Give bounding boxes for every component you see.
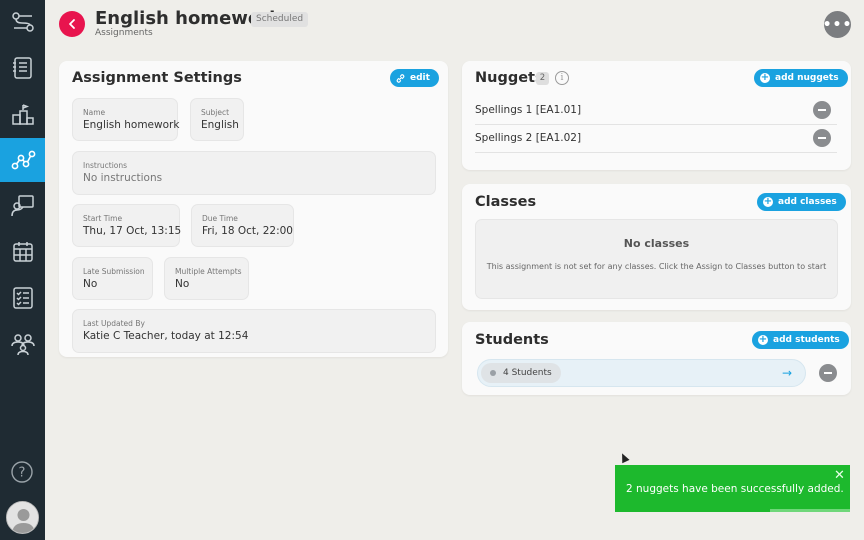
students-chip: 4 Students <box>481 363 561 383</box>
last-updated-label: Last Updated By <box>83 319 145 328</box>
list-icon <box>12 57 32 79</box>
start-time-value: Thu, 17 Oct, 13:15 <box>83 225 182 237</box>
edit-label: edit <box>410 73 430 83</box>
multiple-attempts-value: No <box>175 278 190 290</box>
nugget-label: Spellings 1 [EA1.01] <box>475 104 582 116</box>
mouse-cursor <box>618 451 630 464</box>
due-time-label: Due Time <box>202 214 238 223</box>
instructions-label: Instructions <box>83 161 128 170</box>
breadcrumb[interactable]: Assignments <box>95 28 153 38</box>
link-icon <box>396 73 405 83</box>
sidebar-item-paths[interactable] <box>0 138 45 182</box>
chevron-left-icon <box>69 19 75 29</box>
last-updated-value: Katie C Teacher, today at 12:54 <box>83 330 249 342</box>
multiple-attempts-label: Multiple Attempts <box>175 267 242 276</box>
empty-description: This assignment is not set for any class… <box>486 262 827 271</box>
path-icon <box>11 150 35 170</box>
toast-progress-bar <box>770 509 850 512</box>
add-students-button[interactable]: + add students <box>752 331 849 349</box>
nuggets-title: Nuggets <box>475 70 544 86</box>
toast-message: 2 nuggets have been successfully added. <box>626 483 844 495</box>
due-time-field: Due Time Fri, 18 Oct, 22:00 <box>191 204 294 247</box>
presentation-icon <box>10 195 34 217</box>
start-time-field: Start Time Thu, 17 Oct, 13:15 <box>72 204 182 247</box>
sidebar-item-groups[interactable] <box>0 322 45 366</box>
svg-text:?: ? <box>19 466 26 481</box>
podium-icon <box>11 104 34 125</box>
empty-title: No classes <box>623 237 690 250</box>
add-classes-button[interactable]: + add classes <box>757 193 846 211</box>
add-classes-label: add classes <box>778 197 837 207</box>
help-button[interactable]: ? <box>11 461 33 483</box>
sidebar-item-presentation[interactable] <box>0 184 45 228</box>
due-time-value: Fri, 18 Oct, 22:00 <box>202 225 293 237</box>
more-icon: ••• <box>822 16 853 33</box>
person-icon <box>7 502 38 533</box>
late-submission-value: No <box>83 278 98 290</box>
group-icon <box>10 334 35 356</box>
more-options-button[interactable]: ••• <box>822 11 853 38</box>
arrow-right-icon: → <box>782 366 793 380</box>
add-students-label: add students <box>773 335 840 345</box>
sidebar-item-calendar[interactable] <box>0 230 45 274</box>
students-title: Students <box>475 332 549 348</box>
help-icon: ? <box>11 461 33 483</box>
multiple-attempts-field: Multiple Attempts No <box>164 257 249 300</box>
remove-nugget-button[interactable] <box>813 129 831 147</box>
calendar-icon <box>12 242 33 262</box>
back-button[interactable] <box>59 11 85 37</box>
classes-title: Classes <box>475 194 537 210</box>
instructions-field: Instructions No instructions <box>72 151 436 195</box>
classes-empty-state: No classes This assignment is not set fo… <box>475 219 838 299</box>
settings-title: Assignment Settings <box>72 70 242 86</box>
status-badge: Scheduled <box>251 12 309 27</box>
last-updated-field: Last Updated By Katie C Teacher, today a… <box>72 309 436 353</box>
list-item: Spellings 1 [EA1.01] <box>475 97 837 125</box>
remove-nugget-button[interactable] <box>813 101 831 119</box>
user-avatar[interactable] <box>6 501 39 534</box>
info-icon[interactable]: i <box>555 71 569 85</box>
subject-label: Subject <box>201 108 230 117</box>
plus-icon: + <box>760 72 770 83</box>
nugget-label: Spellings 2 [EA1.02] <box>475 132 582 144</box>
nuggets-count-badge: 2 <box>536 72 549 85</box>
name-label: Name <box>83 108 106 117</box>
instructions-value: No instructions <box>83 172 163 184</box>
close-icon[interactable]: ✕ <box>834 469 845 483</box>
sidebar-item-list[interactable] <box>0 46 45 90</box>
subject-value: English <box>201 119 239 131</box>
plus-icon: + <box>758 334 768 345</box>
remove-students-button[interactable] <box>819 364 837 382</box>
students-row[interactable]: 4 Students → <box>477 359 806 387</box>
sidebar-item-checklist[interactable] <box>0 276 45 320</box>
name-value: English homework <box>83 119 180 131</box>
flow-icon <box>11 12 34 32</box>
late-submission-field: Late Submission No <box>72 257 153 300</box>
name-field: Name English homework <box>72 98 180 141</box>
subject-field: Subject English <box>190 98 244 141</box>
list-item: Spellings 2 [EA1.02] <box>475 125 837 153</box>
sidebar: ? <box>0 0 45 540</box>
late-submission-label: Late Submission <box>83 267 145 276</box>
checklist-icon <box>12 287 33 309</box>
sidebar-item-podium[interactable] <box>0 92 45 136</box>
edit-button[interactable]: edit <box>390 69 439 87</box>
add-nuggets-label: add nuggets <box>775 73 839 83</box>
plus-icon: + <box>763 196 773 207</box>
success-toast: 2 nuggets have been successfully added. … <box>615 465 850 512</box>
start-time-label: Start Time <box>83 214 123 223</box>
sidebar-item-flow[interactable] <box>0 0 45 44</box>
add-nuggets-button[interactable]: + add nuggets <box>754 69 848 87</box>
